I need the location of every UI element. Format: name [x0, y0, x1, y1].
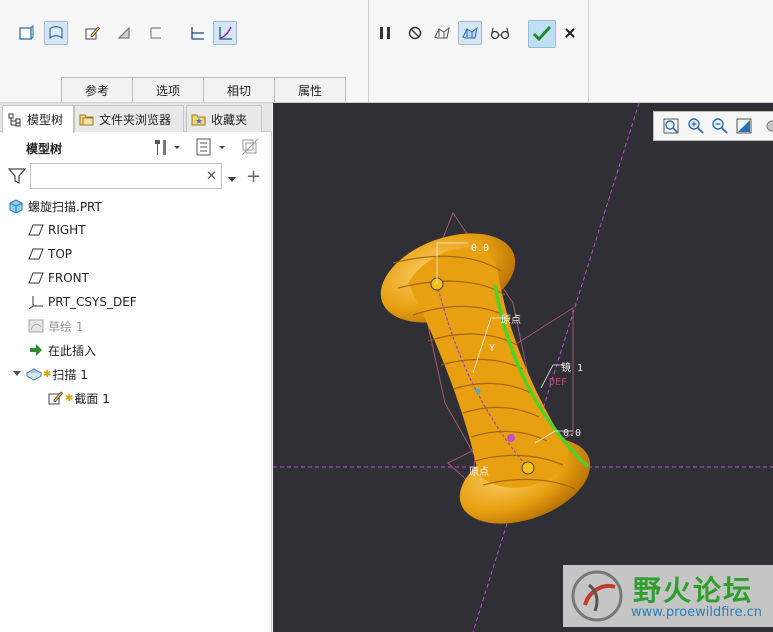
variable-section-icon[interactable]	[213, 21, 237, 45]
ok-icon[interactable]	[528, 20, 556, 48]
csys-point	[475, 388, 481, 394]
dashboard-tabs: 参考 选项 相切 属性	[61, 77, 346, 102]
tab-tangency[interactable]: 相切	[203, 77, 275, 102]
glasses-icon[interactable]	[488, 21, 512, 45]
pause-icon[interactable]	[373, 21, 397, 45]
tree-item-label: 草绘 1	[48, 319, 84, 334]
tab-options[interactable]: 选项	[132, 77, 204, 102]
tree-settings-icon[interactable]	[152, 137, 182, 160]
datum-plane-icon	[28, 222, 44, 238]
end-point-handle[interactable]	[521, 461, 535, 475]
sweep-icon	[26, 366, 42, 382]
graphics-viewport[interactable]: 0.0 原点 Y 镜 1 DEF 0.0 原点 野火论坛 www.proewil…	[273, 103, 773, 632]
favorites-icon	[191, 111, 207, 127]
tree-search-row: ✕ +	[0, 161, 272, 191]
model-tree-header: 模型树	[0, 133, 272, 161]
tree-item-csys[interactable]: PRT_CSYS_DEF	[28, 291, 137, 313]
tree-item-front[interactable]: FRONT	[28, 267, 89, 289]
annotation-label: 原点	[469, 467, 489, 478]
constant-section-icon[interactable]	[185, 21, 209, 45]
preview-geometry-icon[interactable]	[430, 21, 454, 45]
tree-item-section[interactable]: ✱ 截面 1	[48, 387, 110, 409]
datum-plane-icon	[28, 270, 44, 286]
filter-icon[interactable]	[7, 168, 27, 187]
thicken-icon[interactable]	[144, 21, 168, 45]
tree-item-label: 在此插入	[48, 343, 97, 358]
datum-plane-icon	[28, 246, 44, 262]
tab-model-tree[interactable]: 模型树	[2, 105, 74, 133]
watermark-url: www.proewildfire.cn	[631, 605, 762, 620]
tree-item-sketch[interactable]: 草绘 1	[28, 315, 83, 337]
navigator-tabs: 模型树 文件夹浏览器 收藏夹	[0, 103, 272, 133]
surface-sweep-icon[interactable]	[44, 21, 68, 45]
display-style-icon[interactable]	[758, 115, 773, 137]
tree-item-insert-here[interactable]: 在此插入	[28, 339, 96, 361]
ribbon: 参考 选项 相切 属性	[0, 0, 773, 103]
tree-item-label: TOP	[48, 247, 73, 261]
refit-icon[interactable]	[660, 115, 682, 137]
tree-filter-visibility-icon[interactable]	[240, 137, 262, 160]
tree-item-top[interactable]: TOP	[28, 243, 72, 265]
model-graphics	[273, 103, 773, 632]
tree-item-label: 扫描 1	[52, 367, 88, 382]
tab-model-tree-label: 模型树	[27, 113, 64, 127]
navigator-panel: 模型树 文件夹浏览器 收藏夹 模型树 ✕ + 螺旋扫描.PRT RIGHT TO…	[0, 103, 272, 632]
annotation-label: 0.0	[471, 243, 490, 254]
watermark: 野火论坛 www.proewildfire.cn	[563, 565, 773, 627]
watermark-title: 野火论坛	[633, 574, 754, 607]
annotation-label: 原点	[501, 315, 521, 326]
tab-favorites[interactable]: 收藏夹	[186, 105, 262, 132]
tree-item-part[interactable]: 螺旋扫描.PRT	[8, 195, 102, 217]
tab-folder-browser[interactable]: 文件夹浏览器	[74, 105, 184, 132]
stop-icon[interactable]	[403, 21, 427, 45]
model-tree-icon	[7, 112, 23, 128]
origin-point	[507, 434, 515, 442]
tab-favorites-label: 收藏夹	[211, 112, 248, 127]
clear-search-icon[interactable]: ✕	[206, 169, 217, 184]
repaint-icon[interactable]	[733, 115, 755, 137]
sketch-icon	[28, 318, 44, 334]
tree-item-sweep[interactable]: ✱ 扫描 1	[12, 363, 88, 385]
cancel-icon[interactable]	[558, 21, 582, 45]
tab-folder-browser-label: 文件夹浏览器	[99, 112, 172, 127]
tree-search-input[interactable]	[30, 163, 222, 189]
view-toolbar	[653, 111, 773, 141]
part-icon	[8, 198, 24, 214]
section-icon	[48, 390, 64, 406]
model-tree-title: 模型树	[26, 142, 63, 156]
preview-feature-icon[interactable]	[458, 21, 482, 45]
tab-properties[interactable]: 属性	[274, 77, 346, 102]
csys-icon	[28, 294, 44, 310]
solid-sweep-icon[interactable]	[14, 21, 38, 45]
edit-section-icon[interactable]	[80, 21, 104, 45]
annotation-label: 镜 1	[561, 363, 584, 374]
tree-item-label: 螺旋扫描.PRT	[28, 199, 102, 214]
new-feature-star-icon: ✱	[43, 368, 52, 380]
annotation-label: 0.0	[563, 428, 582, 439]
tree-item-label: PRT_CSYS_DEF	[48, 295, 137, 309]
insert-here-icon	[28, 342, 44, 358]
show-icon[interactable]	[195, 137, 231, 160]
zoom-in-icon[interactable]	[684, 115, 706, 137]
add-filter-icon[interactable]: +	[246, 166, 261, 187]
zoom-out-icon[interactable]	[709, 115, 731, 137]
folder-icon	[79, 111, 95, 127]
tab-references[interactable]: 参考	[61, 77, 133, 102]
tree-item-label: 截面 1	[74, 391, 110, 406]
collapse-chevron-icon[interactable]	[12, 366, 22, 382]
tree-item-right[interactable]: RIGHT	[28, 219, 86, 241]
annotation-label: Y	[489, 343, 496, 354]
watermark-logo-icon	[571, 570, 623, 622]
remove-material-icon[interactable]	[112, 21, 136, 45]
annotation-label: DEF	[549, 377, 568, 388]
tree-item-label: RIGHT	[48, 223, 86, 237]
new-feature-star-icon: ✱	[65, 392, 74, 404]
tree-item-label: FRONT	[48, 271, 89, 285]
search-options-chevron-icon[interactable]	[228, 172, 236, 186]
